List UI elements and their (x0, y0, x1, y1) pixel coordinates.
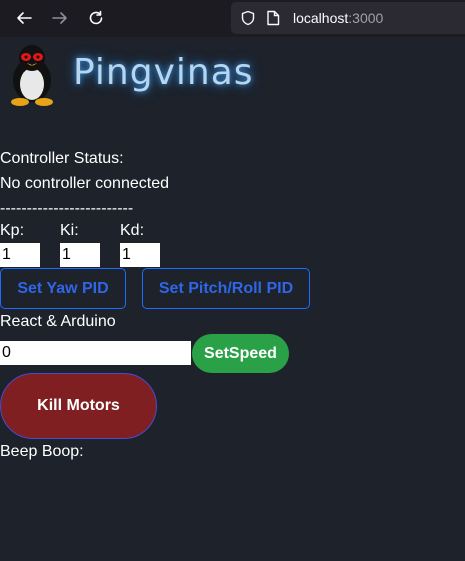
page-icon (266, 10, 280, 31)
kd-input[interactable] (120, 243, 160, 267)
controller-status-value: No controller connected (0, 175, 169, 192)
divider: ------------------------- (0, 200, 134, 217)
forward-arrow-icon[interactable] (48, 6, 72, 30)
set-yaw-pid-button[interactable]: Set Yaw PID (0, 268, 126, 309)
kill-motors-button[interactable]: Kill Motors (0, 373, 157, 439)
page-title: Pingvinas (73, 52, 254, 93)
speed-input[interactable] (0, 341, 191, 365)
shield-icon[interactable] (240, 10, 256, 31)
url-host: localhost (293, 10, 349, 26)
kp-input[interactable] (0, 243, 40, 267)
kp-label: Kp: (0, 222, 25, 239)
reload-icon[interactable] (84, 6, 108, 30)
ki-label: Ki: (60, 222, 79, 239)
controller-status-label: Controller Status: (0, 150, 124, 167)
url-port: :3000 (348, 10, 384, 26)
set-pitch-roll-pid-button[interactable]: Set Pitch/Roll PID (142, 268, 310, 309)
arduino-label: React & Arduino (0, 313, 116, 330)
kd-label: Kd: (120, 222, 145, 239)
tux-penguin-logo (4, 42, 60, 111)
url-text: localhost:3000 (293, 10, 383, 26)
back-arrow-icon[interactable] (12, 6, 36, 30)
beep-boop-label: Beep Boop: (0, 443, 84, 460)
browser-toolbar: localhost:3000 (0, 0, 465, 37)
ki-input[interactable] (60, 243, 100, 267)
url-bar[interactable]: localhost:3000 (231, 2, 465, 34)
set-speed-button[interactable]: SetSpeed (192, 334, 289, 373)
